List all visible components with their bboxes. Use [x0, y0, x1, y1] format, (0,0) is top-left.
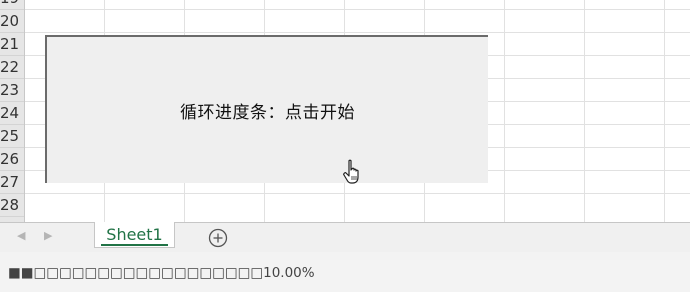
sheet-tab-sheet1[interactable]: Sheet1: [94, 222, 175, 248]
grid-line: [664, 0, 665, 222]
grid-line: [504, 0, 505, 222]
spreadsheet-grid[interactable]: 19 20 21 22 23 24 25 26 27 28 循环进度条：点击开始: [0, 0, 690, 222]
start-progress-button[interactable]: 循环进度条：点击开始: [45, 35, 488, 183]
row-number[interactable]: 19: [0, 0, 24, 10]
progress-status-text: ■■□□□□□□□□□□□□□□□□□□10.00%: [8, 265, 315, 281]
row-number[interactable]: 28: [0, 194, 24, 217]
row-number[interactable]: 26: [0, 148, 24, 171]
row-number[interactable]: 22: [0, 56, 24, 79]
row-number[interactable]: 24: [0, 102, 24, 125]
row-number[interactable]: 25: [0, 125, 24, 148]
row-number[interactable]: 20: [0, 10, 24, 33]
grid-line: [25, 9, 690, 10]
grid-line: [584, 0, 585, 222]
active-tab-indicator: [101, 244, 168, 246]
sheet-tab-bar: ◀ ▶ Sheet1: [0, 222, 690, 252]
grid-line: [25, 193, 690, 194]
scroll-right-icon[interactable]: ▶: [44, 229, 52, 242]
row-number[interactable]: 23: [0, 79, 24, 102]
scroll-left-icon[interactable]: ◀: [17, 229, 25, 242]
sheet-tab-label: Sheet1: [106, 225, 163, 244]
row-number[interactable]: 21: [0, 33, 24, 56]
status-bar: ■■□□□□□□□□□□□□□□□□□□10.00%: [0, 252, 690, 292]
row-number[interactable]: 27: [0, 171, 24, 194]
hand-pointer-icon: [343, 159, 359, 184]
button-label: 循环进度条：点击开始: [180, 102, 355, 123]
plus-circle-icon[interactable]: [208, 228, 228, 248]
grid-line: [25, 32, 690, 33]
